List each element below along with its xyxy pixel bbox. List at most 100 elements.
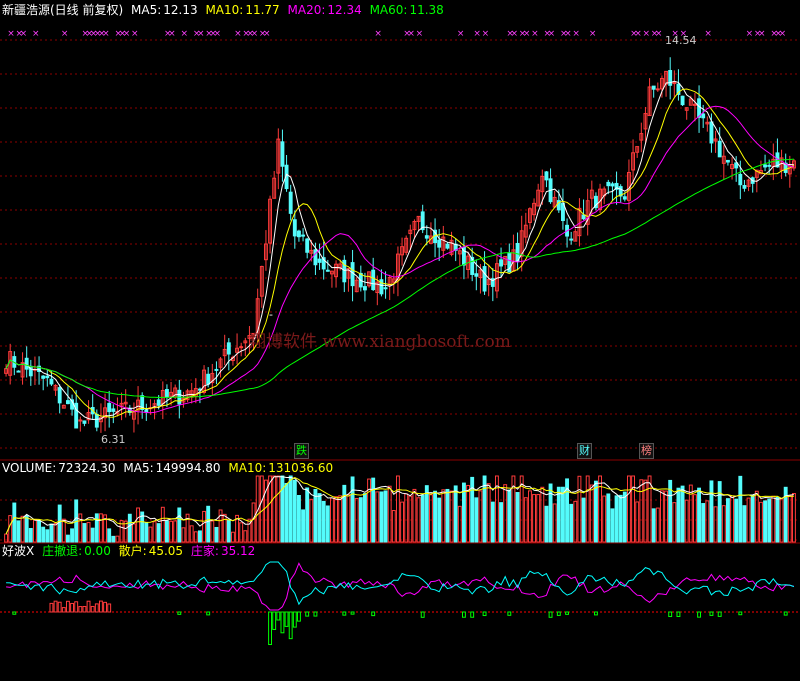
volume-bar [676,487,681,543]
volume-bar [111,535,116,543]
ma60-label: MA60: [369,3,408,17]
volume-bar [86,522,91,543]
volume-bar [61,518,66,543]
volume-bar [614,495,619,543]
volume-bar [28,527,33,543]
withdraw-bar-up [74,601,79,613]
x-marker: × [168,29,176,39]
volume-bar [635,501,640,543]
volume-bar [400,501,405,543]
volume-bar [181,527,186,543]
event-finance-tag[interactable]: 财 [577,443,592,459]
withdraw-bar-down [313,611,318,617]
event-fall-tag[interactable]: 跌 [294,443,309,459]
volume-header: VOLUME: 72324.30 MA5: 149994.80 MA10: 13103… [2,460,337,476]
volume-bar [775,496,780,543]
withdraw-bar-down [461,611,466,618]
candle-down [144,409,149,413]
retail-value: 45.05 [148,544,184,558]
x-marker: × [32,29,40,39]
withdraw-bar-up [49,602,54,613]
volume-bar [721,505,726,543]
candle-down [107,402,112,413]
candle-down [383,287,388,290]
ma10-line [5,88,795,418]
x-marker: × [20,29,28,39]
volume-bar [416,497,421,543]
volume-bar [173,520,178,543]
volume-bar [362,493,367,543]
candle-down [94,413,99,428]
volume-bar [408,495,413,543]
volume-bar [503,484,508,543]
indicator-name[interactable]: 好波X [2,544,34,558]
candle-down [424,235,429,239]
candle-down [280,141,285,167]
volume-bar [301,509,306,543]
price-header: 新疆浩源(日线 前复权) MA5: 12.13 MA10: 11.77 MA20: 1… [2,2,448,18]
candle-down [325,269,330,272]
candle-down [301,234,306,237]
x-marker: × [7,29,15,39]
volume-bar [296,494,301,543]
x-marker: × [589,29,597,39]
candle-down [292,219,297,237]
withdraw-bar-up [57,601,62,613]
event-list-tag[interactable]: 榜 [639,443,654,459]
volume-bar [684,499,689,543]
volume-bar [358,497,363,543]
x-marker: × [482,29,490,39]
stock-title[interactable]: 新疆浩源(日线 前复权) [2,3,123,17]
volume-bar [433,490,438,543]
volume-bar [515,492,520,543]
volume-bar [606,493,611,543]
volume-bar [771,495,776,543]
candle-down [569,238,574,241]
volume-bar [144,522,149,543]
candle-down [725,159,730,163]
x-marker: × [197,29,205,39]
volume-bar [589,484,594,543]
x-marker: × [548,29,556,39]
volume-bar [701,503,706,543]
volume-bar [41,526,46,543]
x-marker: × [523,29,531,39]
volume-bar [251,502,256,543]
withdraw-bar-up [98,600,103,613]
volume-bar [734,498,739,543]
volume-bar [152,521,157,543]
volume-bar [725,498,730,543]
volume-bar [197,530,202,543]
candle-down [57,387,62,404]
candle-down [16,370,21,373]
volume-bar [445,488,450,543]
volume-label: VOLUME: [2,461,57,475]
volume-bar [581,497,586,543]
volume-bar [490,501,495,543]
volume-bar [585,475,590,543]
vol-ma10-value: 131036.60 [268,461,334,475]
volume-bar [45,529,50,543]
volume-bar [754,490,759,543]
candle-down [437,239,442,248]
volume-bar [441,489,446,543]
indicator-header: 好波X 庄撤退: 0.00 散户: 45.05 庄家: 35.12 [2,543,259,559]
candle-down [622,196,627,200]
ma10-label: MA10: [205,3,244,17]
withdraw-bar-down [668,611,673,618]
ma20-label: MA20: [287,3,326,17]
volume-bar [424,485,429,543]
volume-bar [268,475,273,543]
volume-bar [664,490,669,543]
candle-down [24,357,29,370]
volume-bar [367,478,372,543]
volume-bar [350,476,355,543]
withdraw-bar-down [507,611,512,616]
ma20-line [5,105,795,414]
candle-down [111,408,116,412]
volume-bar [618,494,623,543]
volume-bar [758,501,763,543]
withdraw-bar-up [53,600,58,613]
volume-bar [90,527,95,543]
dealer-label: 庄家: [190,544,219,558]
